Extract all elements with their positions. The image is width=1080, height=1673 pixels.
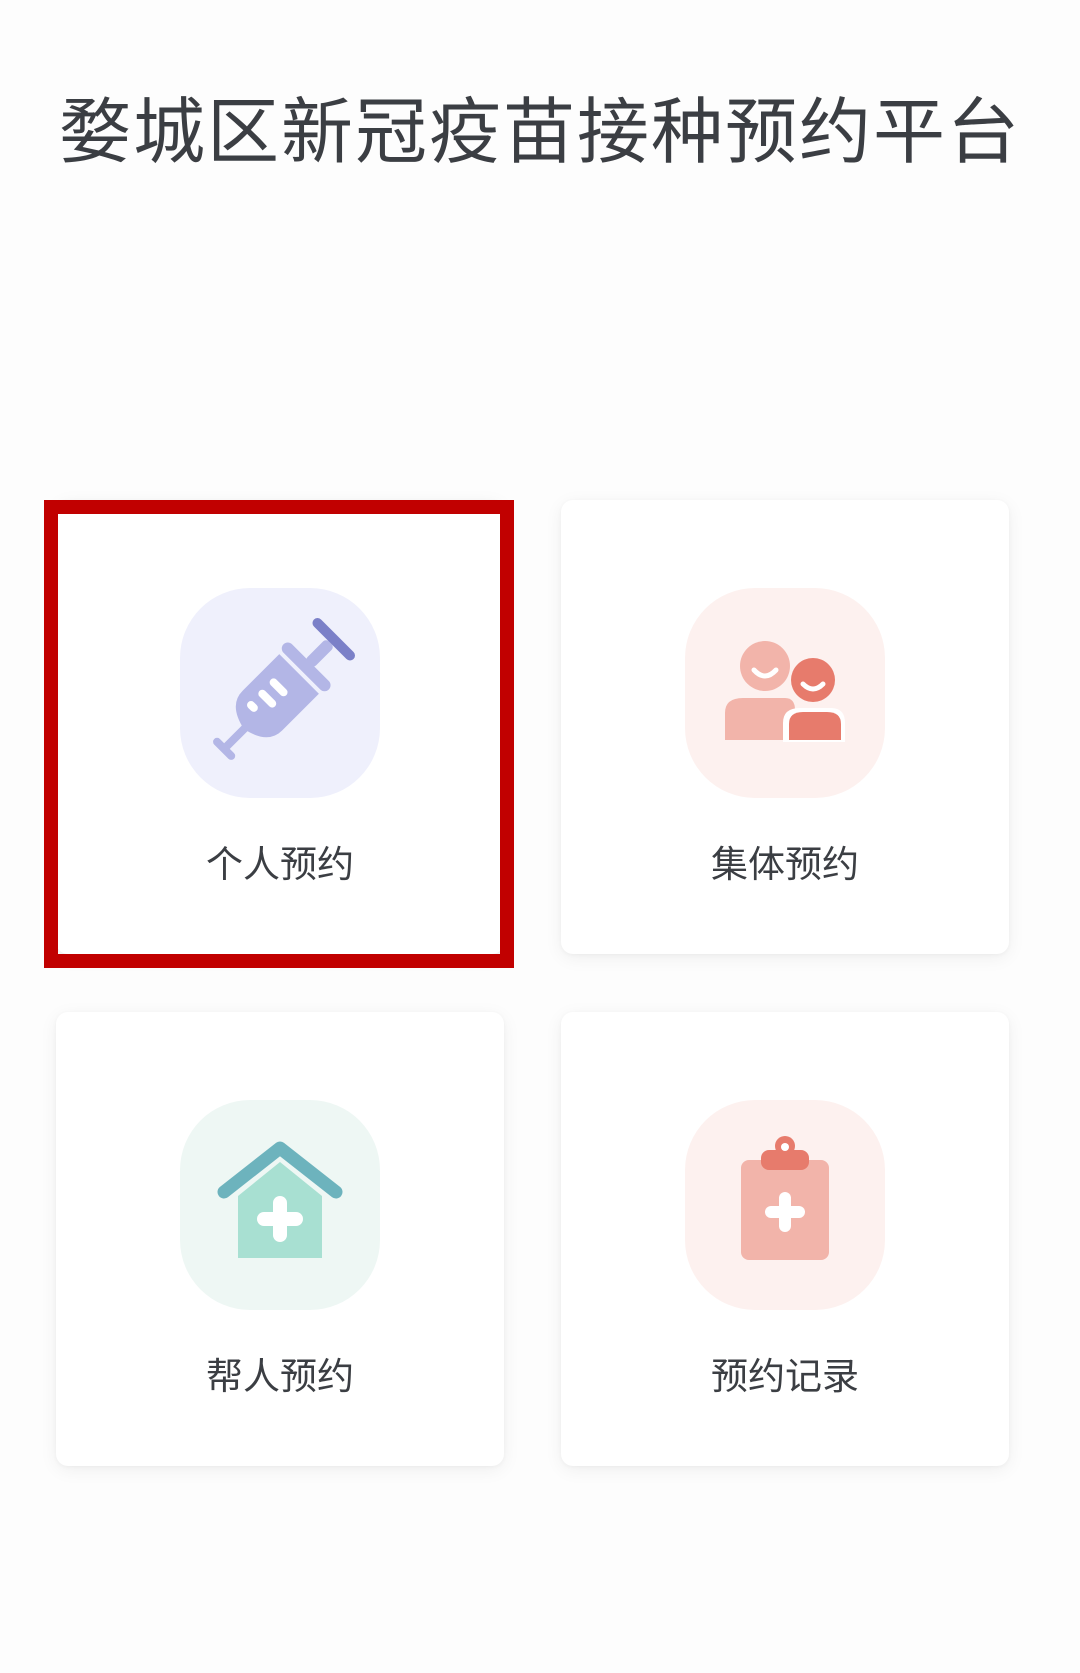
personal-appointment-card[interactable]: 个人预约 [56,500,504,954]
syringe-icon [213,617,356,760]
group-appointment-icon-tile [685,588,885,798]
house-plus-icon [217,1141,343,1258]
personal-appointment-label: 个人预约 [206,843,354,886]
group-appointment-label: 集体预约 [711,843,859,886]
appointment-records-card[interactable]: 预约记录 [561,1012,1009,1466]
appointment-records-icon-tile [685,1100,885,1310]
group-appointment-card[interactable]: 集体预约 [561,500,1009,954]
help-appointment-card[interactable]: 帮人预约 [56,1012,504,1466]
group-people-icon [725,641,845,742]
appointment-records-label: 预约记录 [711,1355,859,1398]
personal-appointment-icon-tile [180,588,380,798]
page-title: 婺城区新冠疫苗接种预约平台 [58,90,1021,174]
help-appointment-icon-tile [180,1100,380,1310]
help-appointment-label: 帮人预约 [206,1355,354,1398]
clipboard-plus-icon [741,1136,829,1260]
